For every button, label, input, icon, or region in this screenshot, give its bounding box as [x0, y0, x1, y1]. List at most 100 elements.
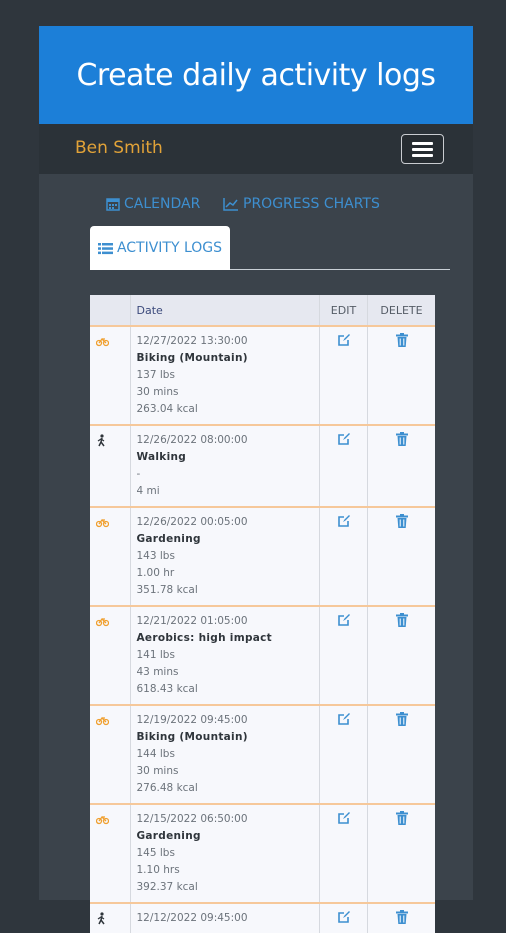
tab-activity-logs[interactable]: ACTIVITY LOGS: [90, 226, 230, 270]
log-datetime: 12/26/2022 08:00:00: [136, 434, 248, 446]
log-info-cell: 12/26/2022 00:05:00 Gardening 143 lbs 1.00 …: [130, 506, 320, 606]
edit-column-header: EDIT: [319, 295, 368, 326]
log-info-cell: 12/19/2022 09:45:00 Biking (Mountain) 144 …: [130, 704, 320, 804]
log-info-cell: 12/21/2022 01:05:00 Aerobics: high impact…: [130, 605, 320, 705]
edit-cell: [319, 325, 368, 425]
edit-icon[interactable]: [337, 334, 351, 350]
date-column-header[interactable]: Date: [130, 295, 320, 326]
activity-type-cell: [90, 424, 131, 507]
edit-cell: [319, 424, 368, 507]
log-duration: 43 mins: [136, 666, 179, 678]
activity-type-cell: [90, 506, 131, 606]
tab-progress-charts[interactable]: PROGRESS CHARTS: [223, 196, 380, 212]
trash-icon[interactable]: [395, 432, 408, 449]
edit-icon[interactable]: [337, 713, 351, 729]
log-activity: Biking (Mountain): [136, 731, 248, 743]
trash-icon[interactable]: [395, 910, 408, 927]
log-datetime: 12/26/2022 00:05:00: [136, 516, 248, 528]
log-duration: 1.10 hrs: [136, 864, 180, 876]
activity-type-cell: [90, 704, 131, 804]
log-weight: 141 lbs: [136, 649, 175, 661]
log-duration: 30 mins: [136, 386, 179, 398]
table-row[interactable]: 12/15/2022 06:50:00 Gardening 145 lbs 1.10 …: [90, 803, 435, 903]
edit-icon[interactable]: [337, 515, 351, 531]
main-content: CALENDAR PROGRESS CHARTS ACTIVITY LOGS D…: [39, 174, 473, 933]
edit-cell: [319, 506, 368, 606]
table-row[interactable]: 12/27/2022 13:30:00 Biking (Mountain) 137 …: [90, 325, 435, 425]
activity-type-cell: [90, 902, 131, 933]
trash-icon[interactable]: [395, 712, 408, 729]
calendar-icon: [106, 198, 120, 211]
delete-cell: [367, 605, 435, 705]
trash-icon[interactable]: [395, 613, 408, 630]
delete-cell: [367, 506, 435, 606]
trash-icon[interactable]: [395, 514, 408, 531]
edit-icon[interactable]: [337, 911, 351, 927]
delete-cell: [367, 424, 435, 507]
biking-icon: [95, 717, 110, 729]
hamburger-menu-icon: [412, 142, 433, 145]
log-datetime: 12/12/2022 09:45:00: [136, 912, 248, 924]
log-info-cell: 12/15/2022 06:50:00 Gardening 145 lbs 1.10 …: [130, 803, 320, 903]
table-row[interactable]: 12/12/2022 09:45:00: [90, 902, 435, 933]
hamburger-menu-button[interactable]: [401, 134, 444, 164]
edit-cell: [319, 902, 368, 933]
table-row[interactable]: 12/26/2022 00:05:00 Gardening 143 lbs 1.00 …: [90, 506, 435, 606]
trash-icon[interactable]: [395, 333, 408, 350]
walking-icon: [96, 912, 108, 928]
delete-column-header: DELETE: [367, 295, 435, 326]
log-weight: 144 lbs: [136, 748, 175, 760]
delete-cell: [367, 803, 435, 903]
tab-progress-charts-label: PROGRESS CHARTS: [243, 196, 380, 212]
activity-type-cell: [90, 605, 131, 705]
edit-cell: [319, 803, 368, 903]
log-weight: 145 lbs: [136, 847, 175, 859]
table-row[interactable]: 12/26/2022 08:00:00 Walking - 4 mi: [90, 424, 435, 507]
promo-banner: Create daily activity logs: [39, 26, 473, 124]
navbar: Ben Smith: [39, 124, 473, 174]
log-activity: Gardening: [136, 533, 201, 545]
table-row[interactable]: 12/21/2022 01:05:00 Aerobics: high impact…: [90, 605, 435, 705]
log-info-cell: 12/27/2022 13:30:00 Biking (Mountain) 137 …: [130, 325, 320, 425]
user-name: Ben Smith: [75, 138, 163, 158]
log-duration: 30 mins: [136, 765, 179, 777]
table-body: 12/27/2022 13:30:00 Biking (Mountain) 137 …: [90, 325, 435, 933]
table-row[interactable]: 12/19/2022 09:45:00 Biking (Mountain) 144 …: [90, 704, 435, 804]
log-datetime: 12/21/2022 01:05:00: [136, 615, 248, 627]
log-duration: 1.00 hr: [136, 567, 175, 579]
biking-icon: [95, 519, 110, 531]
activity-log-table: Date EDIT DELETE 12/27/2022 13:30:00 Biki…: [90, 295, 435, 933]
edit-cell: [319, 605, 368, 705]
log-datetime: 12/27/2022 13:30:00: [136, 335, 248, 347]
log-activity: Aerobics: high impact: [136, 632, 272, 644]
log-calories: 351.78 kcal: [136, 584, 198, 596]
log-info-cell: 12/12/2022 09:45:00: [130, 902, 320, 933]
log-duration: 4 mi: [136, 485, 160, 497]
line-chart-icon: [223, 198, 238, 211]
log-datetime: 12/15/2022 06:50:00: [136, 813, 248, 825]
log-calories: 618.43 kcal: [136, 683, 198, 695]
list-icon: [97, 242, 113, 254]
log-activity: Biking (Mountain): [136, 352, 248, 364]
tab-calendar-label: CALENDAR: [124, 196, 201, 212]
walking-icon: [96, 434, 108, 450]
banner-title: Create daily activity logs: [76, 57, 436, 93]
log-activity: Walking: [136, 451, 187, 463]
edit-icon[interactable]: [337, 614, 351, 630]
log-calories: 276.48 kcal: [136, 782, 198, 794]
tab-activity-logs-label: ACTIVITY LOGS: [116, 240, 223, 256]
activity-type-cell: [90, 325, 131, 425]
icon-column-header: [90, 295, 131, 326]
log-weight: 137 lbs: [136, 369, 175, 381]
edit-icon[interactable]: [337, 812, 351, 828]
log-weight: 143 lbs: [136, 550, 175, 562]
log-calories: 263.04 kcal: [136, 403, 198, 415]
log-info-cell: 12/26/2022 08:00:00 Walking - 4 mi: [130, 424, 320, 507]
biking-icon: [95, 816, 110, 828]
log-datetime: 12/19/2022 09:45:00: [136, 714, 248, 726]
delete-cell: [367, 704, 435, 804]
trash-icon[interactable]: [395, 811, 408, 828]
biking-icon: [95, 338, 110, 350]
edit-icon[interactable]: [337, 433, 351, 449]
tab-calendar[interactable]: CALENDAR: [106, 196, 200, 212]
